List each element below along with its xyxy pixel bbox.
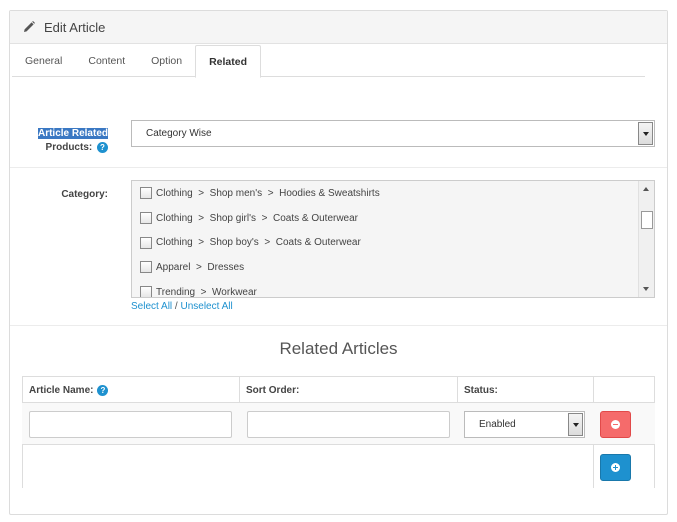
page-title: Edit Article: [44, 19, 106, 35]
column-header-article-name: Article Name: ?: [22, 377, 239, 403]
tab-content[interactable]: Content: [75, 45, 138, 77]
related-products-label-line1: Article Related: [37, 128, 108, 139]
table-row: Enabled: [22, 403, 655, 445]
sort-order-input[interactable]: [247, 411, 450, 438]
add-row-button[interactable]: [600, 454, 631, 481]
tab-option[interactable]: Option: [138, 45, 195, 77]
divider: [10, 325, 667, 326]
related-articles-title: Related Articles: [279, 339, 398, 358]
related-products-label-line2: Products:: [45, 142, 93, 153]
list-item[interactable]: Clothing > Shop men's > Hoodies & Sweats…: [132, 181, 654, 206]
plus-circle-icon: [611, 463, 620, 472]
related-products-select[interactable]: Category Wise: [131, 120, 655, 147]
category-label: Category:: [61, 189, 108, 200]
category-item-label: Clothing > Shop men's > Hoodies & Sweats…: [156, 187, 380, 199]
help-icon[interactable]: ?: [97, 384, 109, 396]
remove-row-button[interactable]: [600, 411, 631, 438]
chevron-down-icon[interactable]: [568, 413, 583, 436]
related-articles-table: Article Name: ? Sort Order: Status: Enab…: [22, 376, 655, 488]
category-item-label: Trending > Workwear: [156, 286, 257, 298]
category-checkbox[interactable]: [140, 286, 152, 297]
category-checkbox[interactable]: [140, 212, 152, 225]
scrollbar-thumb[interactable]: [641, 211, 653, 229]
column-header-status: Status:: [464, 384, 498, 396]
list-item[interactable]: Apparel > Dresses: [132, 255, 654, 280]
unselect-all-link[interactable]: Unselect All: [180, 301, 232, 312]
chevron-down-icon[interactable]: [638, 122, 653, 145]
scroll-up-icon[interactable]: [643, 187, 649, 191]
pencil-icon: [24, 21, 35, 32]
column-header-label: Article Name:: [29, 384, 94, 396]
related-products-selected-value: Category Wise: [146, 128, 212, 139]
minus-circle-icon: [611, 420, 620, 429]
article-name-input[interactable]: [29, 411, 232, 438]
tab-related[interactable]: Related: [195, 45, 262, 78]
category-item-label: Clothing > Shop girl's > Coats & Outerwe…: [156, 212, 359, 224]
category-checkbox[interactable]: [140, 187, 152, 200]
category-item-label: Clothing > Shop boy's > Coats & Outerwea…: [156, 237, 361, 249]
category-scrollbar[interactable]: [638, 181, 654, 297]
tab-general[interactable]: General: [12, 45, 75, 77]
related-products-label: Article Related Products: ?: [30, 127, 108, 155]
column-header-sort-order: Sort Order:: [246, 384, 300, 396]
category-item-label: Apparel > Dresses: [156, 261, 245, 273]
help-icon[interactable]: ?: [97, 141, 108, 153]
divider: [10, 167, 667, 168]
status-select[interactable]: Enabled: [464, 411, 585, 438]
link-separator: /: [174, 301, 178, 312]
list-item[interactable]: Clothing > Shop boy's > Coats & Outerwea…: [132, 230, 654, 255]
scroll-down-icon[interactable]: [643, 287, 649, 291]
list-item[interactable]: Clothing > Shop girl's > Coats & Outerwe…: [132, 206, 654, 231]
table-header-row: Article Name: ? Sort Order: Status:: [22, 376, 655, 403]
status-selected-value: Enabled: [479, 419, 516, 430]
panel-heading: Edit Article: [10, 11, 667, 44]
select-links: Select All / Unselect All: [131, 301, 233, 312]
category-checkbox[interactable]: [140, 236, 152, 249]
category-checkbox[interactable]: [140, 261, 152, 274]
category-list[interactable]: Clothing > Shop men's > Hoodies & Sweats…: [131, 180, 655, 298]
select-all-link[interactable]: Select All: [131, 301, 172, 312]
tab-bar: General Content Option Related: [12, 45, 645, 78]
list-item[interactable]: Trending > Workwear: [132, 280, 654, 298]
